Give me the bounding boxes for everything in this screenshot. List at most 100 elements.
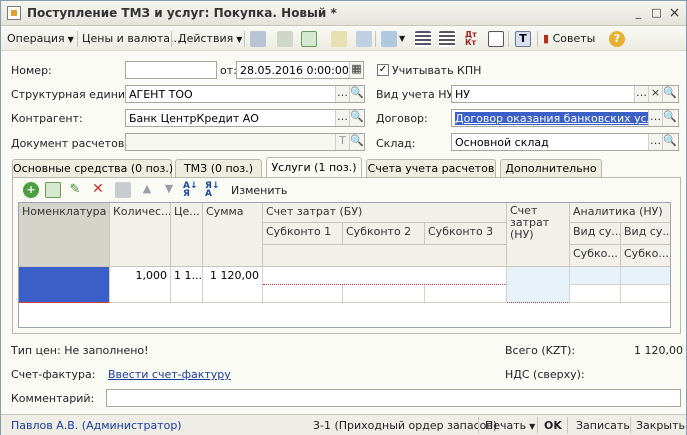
add-row-icon[interactable]: +	[23, 182, 39, 198]
calendar-icon[interactable]: ▦	[349, 62, 363, 78]
cell-quantity[interactable]: 1,000	[110, 267, 171, 303]
move-down-icon[interactable]: ▼	[161, 182, 177, 198]
comment-label: Комментарий:	[11, 392, 95, 405]
tab-additional[interactable]: Дополнительно	[500, 159, 602, 177]
advice-button[interactable]: ▮ Советы	[543, 31, 595, 47]
refresh-icon[interactable]	[301, 31, 317, 47]
nu-select-button[interactable]: …	[634, 86, 648, 102]
calc-doc-field[interactable]	[125, 133, 365, 151]
help-icon[interactable]: ?	[609, 31, 625, 47]
report-icon[interactable]	[488, 31, 504, 47]
header-sum[interactable]: Сумма	[203, 203, 263, 267]
dropdown-arrow-icon: ▼	[529, 422, 536, 431]
user-link[interactable]: Павлов А.В. (Администратор)	[11, 419, 182, 432]
end-edit-icon[interactable]	[115, 182, 131, 198]
sort-desc-icon[interactable]: Я↓ А	[205, 182, 221, 199]
warehouse-select-button[interactable]: …	[648, 134, 662, 150]
goto-dropdown[interactable]: ▼	[399, 31, 405, 47]
unit-open-icon[interactable]: 🔍	[349, 86, 364, 102]
nu-open-icon[interactable]: 🔍	[662, 86, 677, 102]
tab-inventory[interactable]: ТМЗ (0 поз.)	[175, 159, 262, 177]
header-subconto-2[interactable]: Субконто 2	[343, 223, 425, 245]
actions-label: Действия	[178, 32, 234, 45]
contractor-select-button[interactable]: …	[335, 110, 349, 126]
header-analytics-nu[interactable]: Аналитика (НУ)	[570, 203, 670, 223]
prices-button[interactable]: Цены и валюта...	[82, 31, 180, 47]
contract-open-icon[interactable]: 🔍	[662, 110, 677, 126]
close-form-button[interactable]: Закрыть	[636, 419, 685, 432]
cell-subconto-2[interactable]	[343, 285, 425, 303]
list-icon[interactable]	[415, 31, 431, 47]
ok-button[interactable]: OK	[544, 419, 562, 432]
contractor-field[interactable]: Банк ЦентрКредит АО	[125, 109, 365, 127]
tax-icon[interactable]: T	[515, 31, 531, 47]
debit-credit-icon[interactable]: Дт Кт	[465, 31, 481, 47]
cell-subconto-b[interactable]	[621, 285, 670, 303]
actions-menu[interactable]: Действия ▼	[178, 31, 242, 47]
header-quantity[interactable]: Количес...	[110, 203, 171, 267]
save-icon[interactable]	[250, 31, 266, 47]
cell-price[interactable]: 1 1...	[171, 267, 203, 303]
contractor-open-icon[interactable]: 🔍	[349, 110, 364, 126]
save-button[interactable]: Записать	[576, 419, 630, 432]
unit-select-button[interactable]: …	[335, 86, 349, 102]
print-label: Печать	[485, 419, 527, 432]
edit-row-icon[interactable]: ✎	[67, 182, 83, 198]
header-type-1[interactable]: Вид су...	[570, 223, 621, 245]
header-subconto-a[interactable]: Субко...	[570, 245, 621, 267]
cell-subconto-1[interactable]	[263, 285, 343, 303]
cell-nomenclature[interactable]	[19, 267, 110, 303]
copy-icon[interactable]	[277, 31, 293, 47]
header-account-nu[interactable]: Счет затрат (НУ)	[507, 203, 570, 267]
nu-label: Вид учета НУ:	[376, 88, 457, 101]
cell-type-2[interactable]	[621, 267, 670, 285]
header-subconto-3[interactable]: Субконто 3	[425, 223, 507, 245]
tab-settlement-accounts[interactable]: Счета учета расчетов	[366, 159, 496, 177]
header-price[interactable]: Це...	[171, 203, 203, 267]
tab-fixed-assets[interactable]: Основные средства (0 поз.)	[12, 159, 173, 177]
nu-clear-icon[interactable]: ×	[648, 86, 662, 102]
warehouse-open-icon[interactable]: 🔍	[662, 134, 677, 150]
calc-doc-open-icon[interactable]: 🔍	[349, 134, 364, 150]
number-field[interactable]	[125, 61, 217, 79]
change-button[interactable]: Изменить	[231, 184, 287, 197]
copy-row-icon[interactable]	[45, 182, 61, 198]
cell-subconto-3[interactable]	[425, 285, 507, 303]
cell-account-bu[interactable]	[263, 267, 507, 285]
goto-icon[interactable]	[381, 31, 397, 47]
tab-services[interactable]: Услуги (1 поз.)	[266, 157, 362, 177]
comment-field[interactable]	[106, 389, 681, 407]
contract-select-button[interactable]: …	[648, 110, 662, 126]
header-subconto-b[interactable]: Субко...	[621, 245, 670, 267]
kpn-checkbox[interactable]: ✓	[377, 64, 389, 76]
delete-row-icon[interactable]: ✕	[90, 182, 106, 198]
unit-field[interactable]: АГЕНТ ТОО	[125, 85, 365, 103]
date-field[interactable]: 28.05.2016 0:00:00	[236, 61, 364, 79]
print-button[interactable]: Печать ▼	[485, 419, 535, 432]
operation-menu[interactable]: Операция ▼	[7, 31, 74, 47]
enter-invoice-link[interactable]: Ввести счет-фактуру	[108, 368, 231, 381]
warehouse-field[interactable]: Основной склад	[451, 133, 679, 151]
move-up-icon[interactable]: ▲	[139, 182, 155, 198]
header-nomenclature[interactable]: Номенклатура	[19, 203, 110, 267]
toolbar-separator	[244, 31, 245, 47]
text-type-icon[interactable]: T	[335, 134, 349, 150]
contract-field[interactable]: Договор оказания банковских услуг	[451, 109, 679, 127]
header-subconto-1[interactable]: Субконто 1	[263, 223, 343, 245]
minimize-button[interactable]: _	[631, 6, 646, 21]
document-window: Поступление ТМЗ и услуг: Покупка. Новый …	[0, 0, 687, 435]
cell-account-nu[interactable]	[507, 267, 570, 303]
maximize-button[interactable]: □	[649, 6, 664, 21]
header-account-bu[interactable]: Счет затрат (БУ)	[263, 203, 507, 223]
cell-type-1[interactable]	[570, 267, 621, 285]
sort-asc-icon[interactable]: А↓ Я	[183, 182, 199, 199]
close-button[interactable]: ×	[667, 6, 682, 21]
cell-sum[interactable]: 1 120,00	[203, 267, 263, 303]
price-type-text: Тип цен: Не заполнено!	[11, 344, 149, 357]
post-icon[interactable]	[331, 31, 347, 47]
structure-icon[interactable]	[356, 31, 372, 47]
header-type-2[interactable]: Вид су...	[621, 223, 670, 245]
cell-subconto-a[interactable]	[570, 285, 621, 303]
date-value: 28.05.2016 0:00:00	[240, 64, 349, 77]
table-icon[interactable]	[439, 31, 455, 47]
